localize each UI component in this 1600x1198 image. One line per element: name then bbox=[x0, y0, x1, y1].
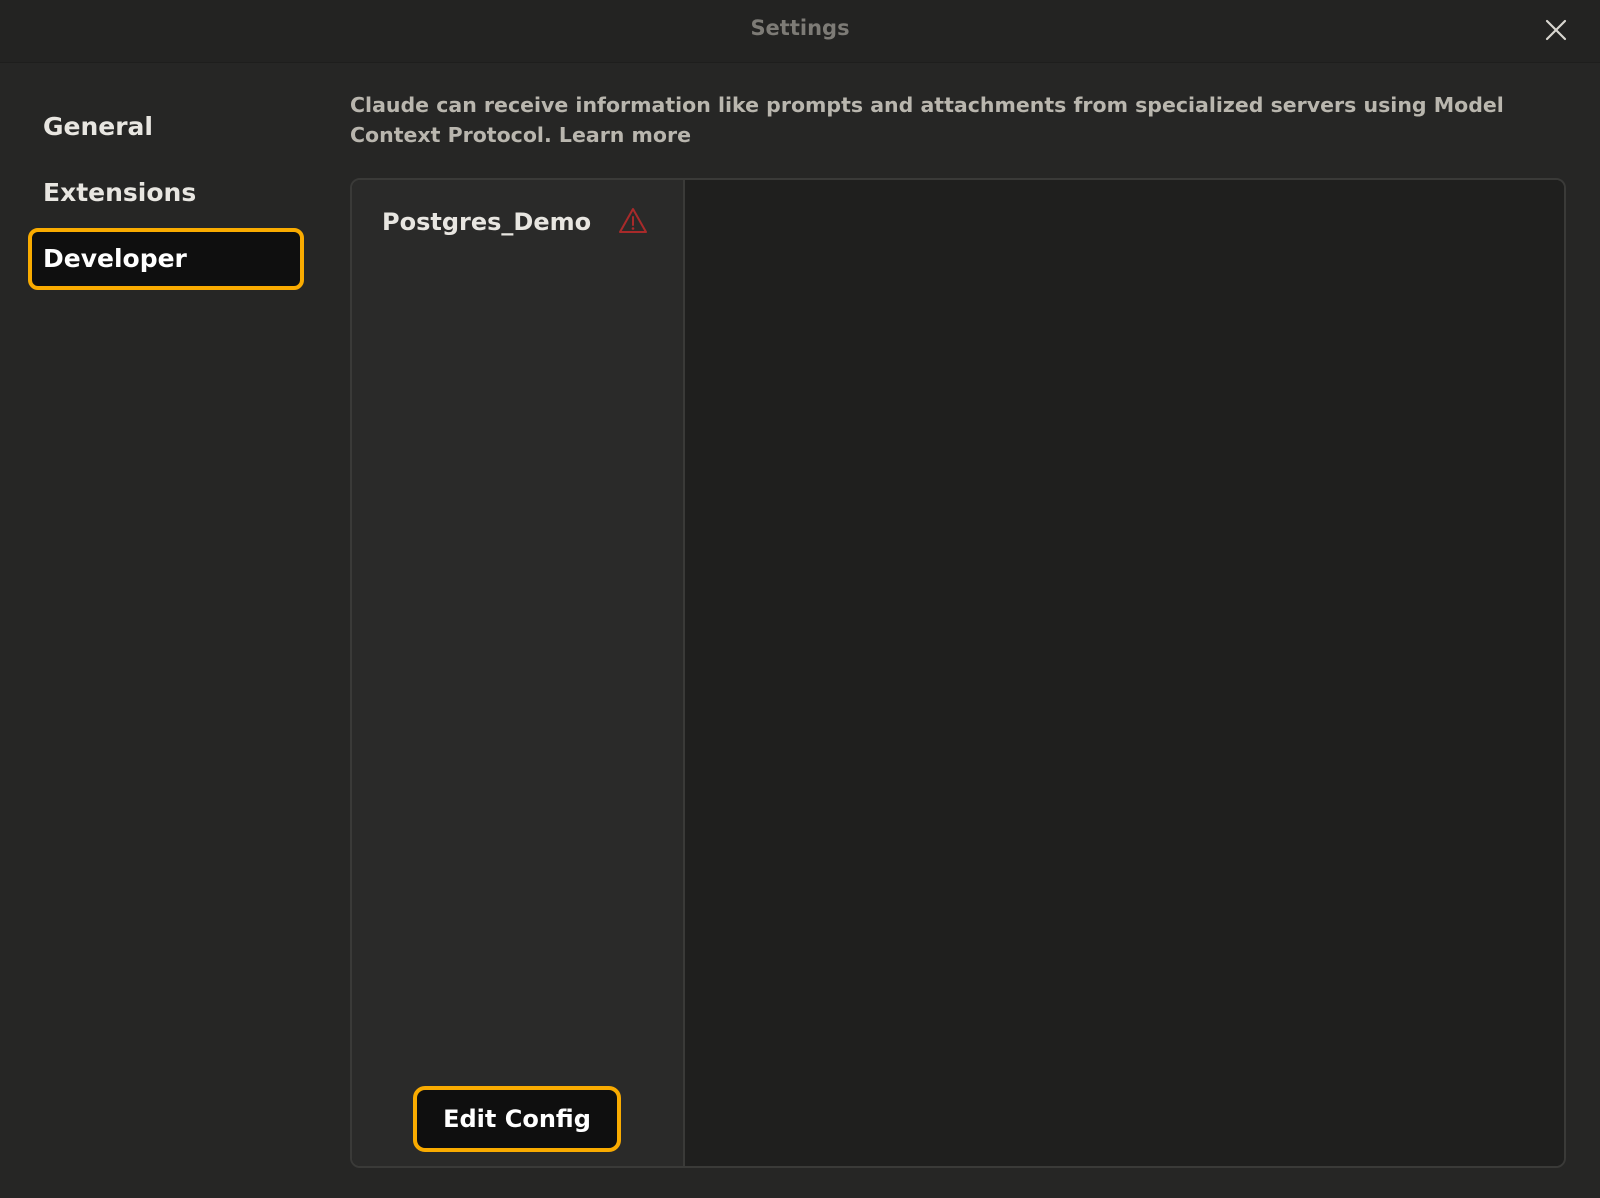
mcp-servers-panel: Postgres_Demo Edit Config bbox=[350, 178, 1566, 1168]
sidebar-item-label: General bbox=[43, 112, 153, 141]
settings-window: Settings General Extensions Developer Cl… bbox=[0, 0, 1600, 1198]
window-title: Settings bbox=[750, 16, 850, 40]
warning-icon bbox=[619, 208, 647, 233]
learn-more-link[interactable]: Learn more bbox=[559, 123, 691, 147]
server-list: Postgres_Demo Edit Config bbox=[352, 180, 685, 1166]
title-bar: Settings bbox=[0, 0, 1600, 63]
server-name: Postgres_Demo bbox=[382, 208, 592, 236]
close-button[interactable] bbox=[1542, 16, 1570, 44]
server-item-postgres-demo[interactable]: Postgres_Demo bbox=[382, 204, 662, 244]
sidebar-item-label: Extensions bbox=[43, 178, 197, 207]
server-detail-pane bbox=[685, 180, 1564, 1166]
edit-config-button[interactable]: Edit Config bbox=[413, 1086, 621, 1152]
sidebar-item-label: Developer bbox=[43, 244, 187, 273]
close-icon bbox=[1545, 19, 1567, 41]
sidebar-item-extensions[interactable]: Extensions bbox=[28, 162, 304, 224]
description-text: Claude can receive information like prom… bbox=[350, 93, 1504, 147]
sidebar-item-developer[interactable]: Developer bbox=[28, 228, 304, 290]
sidebar-item-general[interactable]: General bbox=[28, 96, 304, 158]
mcp-description: Claude can receive information like prom… bbox=[350, 90, 1550, 150]
settings-sidebar: General Extensions Developer bbox=[28, 96, 304, 294]
